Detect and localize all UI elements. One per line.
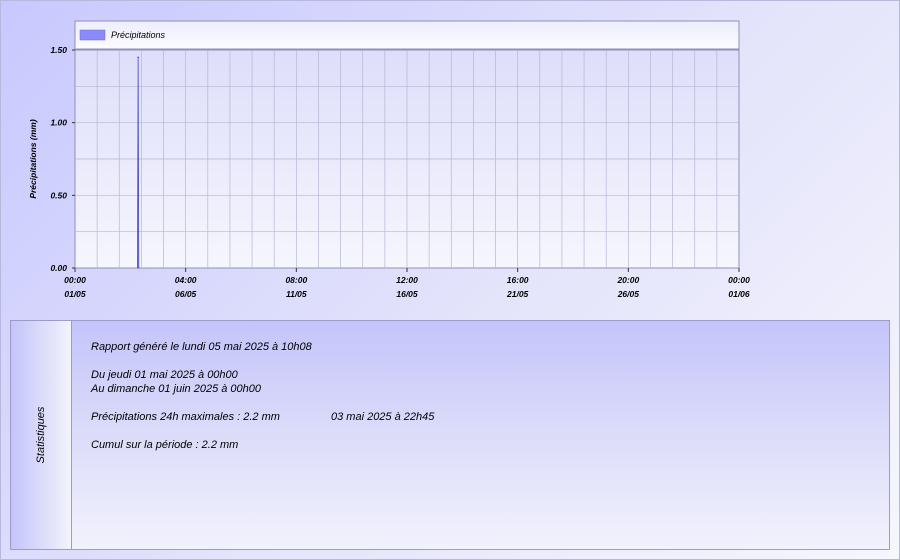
x-tick-date-label: 01/05 — [64, 289, 86, 299]
statistics-sidebar: Statistiques — [11, 321, 72, 549]
precipitation-peak-point — [137, 56, 139, 59]
x-tick-time-label: 12:00 — [396, 275, 418, 285]
legend-label: Précipitations — [111, 30, 166, 40]
x-tick-date-label: 01/06 — [728, 289, 750, 299]
period-start-line: Du jeudi 01 mai 2025 à 00h00 — [91, 369, 238, 381]
legend-swatch — [79, 29, 106, 41]
max-precipitation-date: 03 mai 2025 à 22h45 — [331, 411, 435, 423]
x-tick-time-label: 00:00 — [728, 275, 750, 285]
x-tick-time-label: 08:00 — [285, 275, 307, 285]
x-tick-time-label: 00:00 — [64, 275, 86, 285]
legend-box — [74, 20, 740, 50]
x-tick-time-label: 16:00 — [507, 275, 529, 285]
x-tick-date-label: 16/05 — [396, 289, 418, 299]
x-tick-time-label: 04:00 — [175, 275, 197, 285]
max-precipitation-line: Précipitations 24h maximales : 2.2 mm — [91, 411, 280, 423]
statistics-panel: Statistiques Rapport généré le lundi 05 … — [10, 320, 890, 550]
y-tick-label: 1.50 — [50, 45, 67, 55]
period-end-line: Au dimanche 01 juin 2025 à 00h00 — [91, 383, 262, 395]
x-tick-date-label: 06/05 — [175, 289, 197, 299]
x-tick-date-label: 26/05 — [617, 289, 640, 299]
report-generated-line: Rapport généré le lundi 05 mai 2025 à 10… — [91, 341, 312, 353]
statistics-title: Statistiques — [35, 406, 47, 464]
y-tick-label: 0.50 — [50, 190, 67, 200]
x-tick-time-label: 20:00 — [616, 275, 639, 285]
x-tick-date-label: 11/05 — [286, 289, 307, 299]
y-axis-title: Précipitations (mm) — [28, 119, 38, 199]
x-tick-date-label: 21/05 — [506, 289, 529, 299]
y-tick-label: 0.00 — [50, 263, 67, 273]
precipitation-area — [137, 57, 140, 269]
total-precipitation-line: Cumul sur la période : 2.2 mm — [91, 439, 239, 451]
y-tick-label: 1.00 — [50, 118, 67, 128]
precipitation-chart: 0.00 0.50 1.00 1.50 Précipitations (mm) 00:00… — [28, 20, 750, 299]
legend: Précipitations — [74, 20, 740, 50]
